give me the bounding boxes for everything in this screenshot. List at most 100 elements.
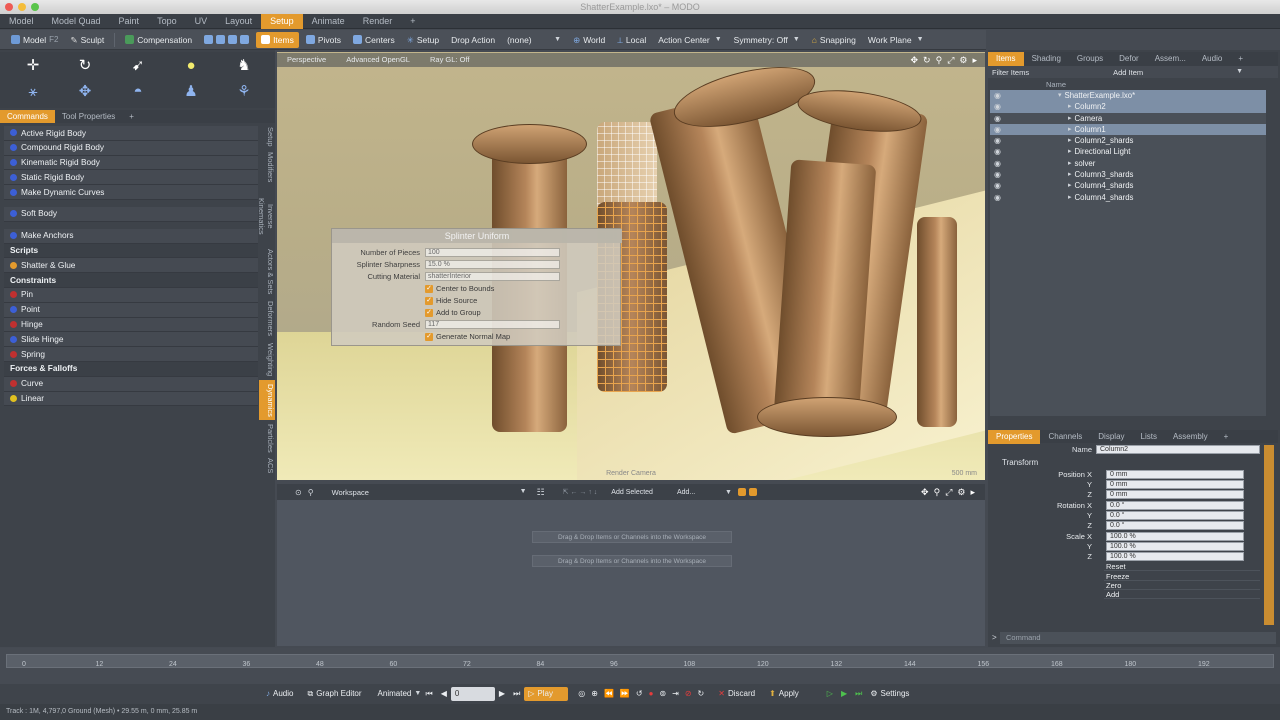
sharpness-input[interactable]: 15.0 % (425, 260, 560, 269)
apply-button[interactable]: ⬆ Apply (765, 687, 803, 701)
item-row[interactable]: ◉ ▸ Column2_shards (990, 135, 1266, 146)
zero-select[interactable]: Zero (1104, 581, 1260, 590)
gear-icon[interactable]: ⚙ (957, 487, 965, 498)
command-item[interactable]: Curve (4, 376, 258, 392)
tab-lists[interactable]: Lists (1133, 430, 1165, 444)
axis-gizmo-icon[interactable]: ⚹ (23, 82, 43, 100)
tab-model-quad[interactable]: Model Quad (43, 14, 110, 29)
raygl-menu[interactable]: Ray GL: Off (420, 53, 479, 67)
zoom-icon[interactable] (31, 3, 39, 11)
command-item[interactable]: Active Rigid Body (4, 126, 258, 141)
eye-icon[interactable]: ◉ (994, 146, 1001, 157)
add-select[interactable]: Add... ▼ (677, 489, 732, 496)
add-to-group-checkbox[interactable]: ✓ Add to Group (425, 308, 481, 317)
item-name-input[interactable]: Column2 (1096, 445, 1260, 454)
zoom-view-icon[interactable]: ⚲ (934, 487, 941, 498)
key-icon[interactable] (748, 488, 757, 496)
command-item[interactable]: Compound Rigid Body (4, 140, 258, 156)
snapping-button[interactable]: ⌂ Snapping (807, 32, 861, 48)
add-selected-button[interactable]: Add Selected (611, 489, 653, 496)
vertex-mode-icon[interactable] (204, 35, 214, 44)
step-back-icon[interactable]: ◀ (437, 687, 451, 701)
item-row[interactable]: ◉ ▸ solver (990, 158, 1266, 169)
edge-mode-icon[interactable] (216, 35, 226, 44)
settings-button[interactable]: ⚙ Settings (866, 687, 913, 701)
scale-z-input[interactable]: 100.0 % (1106, 552, 1244, 561)
tab-audio[interactable]: Audio (1194, 52, 1230, 66)
command-item[interactable]: Shatter & Glue (4, 258, 258, 274)
generate-normal-map-checkbox[interactable]: ✓ Generate Normal Map (425, 332, 510, 341)
compensation-button[interactable]: Compensation (120, 32, 197, 48)
discard-button[interactable]: ✕ Discard (714, 687, 759, 701)
rotation-y-input[interactable]: 0.0 ° (1106, 511, 1244, 520)
command-item[interactable]: Soft Body (4, 206, 258, 222)
target-icon[interactable]: ⊕ (591, 687, 598, 701)
command-item[interactable]: Kinematic Rigid Body (4, 155, 258, 171)
tab-paint[interactable]: Paint (110, 14, 149, 29)
tab-add[interactable]: + (401, 14, 424, 29)
filter-items-input[interactable]: Filter Items (988, 68, 1029, 77)
tab-commands[interactable]: Commands (0, 110, 55, 123)
command-item[interactable]: Forces & Falloffs (4, 361, 258, 377)
forward-key-icon[interactable]: ⇥ (672, 687, 679, 701)
command-item[interactable]: Point (4, 302, 258, 318)
next-key-icon[interactable]: ⏩ (620, 687, 630, 701)
tab-assembly[interactable]: Assembly (1165, 430, 1216, 444)
items-mode-button[interactable]: Items (256, 31, 299, 48)
vtab-setup[interactable]: Setup (259, 126, 275, 148)
tab-properties[interactable]: Properties (988, 429, 1041, 444)
eye-icon[interactable]: ◉ (994, 135, 1001, 146)
command-item[interactable]: Static Rigid Body (4, 170, 258, 186)
pivots-button[interactable]: Pivots (301, 32, 346, 48)
add-select[interactable]: Add (1104, 590, 1260, 599)
shading-mode-menu[interactable]: Advanced OpenGL (336, 53, 420, 67)
tab-setup[interactable]: Setup (261, 13, 303, 29)
vtab-particles[interactable]: Particles (259, 422, 275, 454)
deform-icon[interactable]: ◓ (128, 82, 148, 100)
item-row[interactable]: ◉ ▸ Column4_shards (990, 192, 1266, 203)
3d-viewport[interactable]: Splinter Uniform Number of Pieces 100 Sp… (277, 52, 985, 480)
tab-shading[interactable]: Shading (1024, 52, 1069, 66)
animated-select[interactable]: Animated ▼ (374, 687, 422, 701)
command-item[interactable]: Spring (4, 347, 258, 362)
tab-[interactable]: + (1230, 52, 1251, 66)
frame-input[interactable]: 0 (450, 687, 495, 701)
maximize-icon[interactable]: ⤢ (945, 487, 952, 498)
reset-select[interactable]: Reset (1104, 562, 1260, 571)
tab-tool-properties[interactable]: Tool Properties (55, 110, 122, 123)
transform-icon[interactable]: ✥ (75, 82, 95, 100)
position-x-input[interactable]: 0 mm (1106, 470, 1244, 479)
delete-key-icon[interactable]: ⊘ (685, 687, 692, 701)
vtab-dynamics[interactable]: Dynamics (259, 380, 275, 420)
position-z-input[interactable]: 0 mm (1106, 490, 1244, 499)
maximize-icon[interactable]: ⤢ (947, 55, 954, 66)
zoom-view-icon[interactable]: ⚲ (936, 55, 943, 66)
tab-layout[interactable]: Layout (216, 14, 261, 29)
eye-icon[interactable]: ◉ (994, 101, 1001, 112)
go-start-icon[interactable]: ⏮ (422, 687, 437, 701)
command-item[interactable]: Slide Hinge (4, 332, 258, 348)
bone-icon[interactable]: ♟ (181, 82, 201, 100)
tab-animate[interactable]: Animate (303, 14, 354, 29)
auto-key-icon[interactable]: ⊚ (659, 687, 666, 701)
model-button[interactable]: Model F2 (6, 32, 64, 48)
move-view-icon[interactable]: ✥ (911, 55, 919, 66)
eye-icon[interactable]: ◉ (994, 192, 1001, 203)
arrow-right-icon[interactable]: ▸ (970, 487, 975, 498)
eye-icon[interactable]: ◉ (994, 180, 1001, 191)
vtab-acs[interactable]: ACS (259, 456, 275, 476)
minimize-icon[interactable] (18, 3, 26, 11)
sculpt-button[interactable]: ✎ Sculpt (66, 32, 110, 48)
item-row[interactable]: ◉ ▸ Column3_shards (990, 169, 1266, 180)
hide-source-checkbox[interactable]: ✓ Hide Source (425, 296, 477, 305)
play-fast-icon[interactable]: ▶ (837, 687, 851, 701)
symmetry-select[interactable]: Symmetry: Off ▼ (729, 32, 805, 48)
command-item[interactable]: Linear (4, 391, 258, 407)
record-icon[interactable] (737, 488, 746, 496)
vtab-weighting[interactable]: Weighting (259, 342, 275, 378)
tab-items[interactable]: Items (988, 52, 1024, 66)
zoom-icon[interactable]: ⚲ (308, 488, 314, 497)
freeze-select[interactable]: Freeze (1104, 572, 1260, 581)
eye-icon[interactable]: ◉ (994, 90, 1001, 101)
world-button[interactable]: ⊕ World (568, 32, 610, 48)
